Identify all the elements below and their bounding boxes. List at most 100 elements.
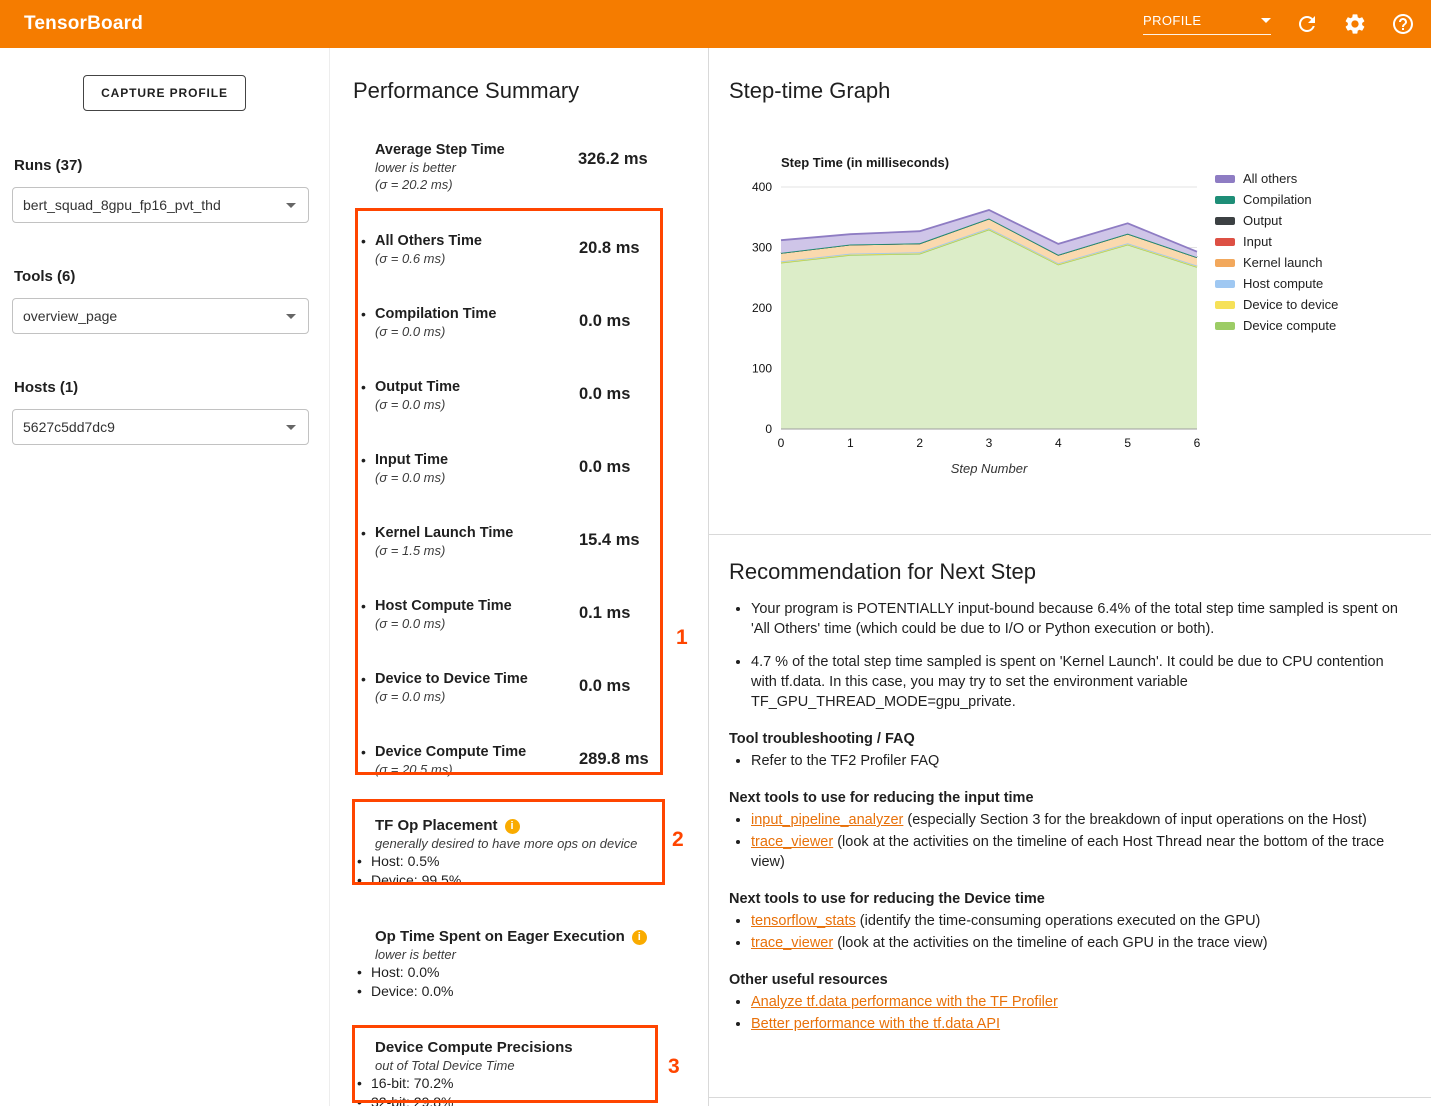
tools-select[interactable]: overview_page [12,298,309,334]
rec-section-heading: Next tools to use for reducing the input… [729,788,1403,808]
recommendation-text: 4.7 % of the total step time sampled is … [751,654,1384,710]
svg-text:5: 5 [1124,436,1131,450]
header-actions: PROFILE [1143,12,1415,36]
svg-text:100: 100 [752,362,772,376]
dashboard-select-value: PROFILE [1143,13,1201,28]
metric-row: Host Compute Time (σ = 0.0 ms) 0.1 ms [353,586,667,659]
legend-item: Compilation [1215,189,1338,210]
precision-16bit: 16-bit: 70.2% [371,1074,454,1093]
tools-label: Tools (6) [14,267,309,286]
metric-sigma: (σ = 0.0 ms) [375,469,579,486]
svg-text:3: 3 [986,436,993,450]
step-time-chart: Step Time (in milliseconds) 010020030040… [729,154,1407,479]
refresh-icon[interactable] [1295,12,1319,36]
metric-row: Input Time (σ = 0.0 ms) 0.0 ms [353,440,667,513]
input-pipeline-analyzer-link[interactable]: input_pipeline_analyzer [751,812,903,828]
hosts-select[interactable]: 5627c5dd7dc9 [12,409,309,445]
chevron-down-icon [286,314,296,319]
right-panel: Step-time Graph Step Time (in millisecon… [708,48,1431,1106]
runs-select[interactable]: bert_squad_8gpu_fp16_pvt_thd [12,187,309,223]
sidebar: CAPTURE PROFILE Runs (37) bert_squad_8gp… [0,48,330,1106]
svg-text:1: 1 [847,436,854,450]
bullet-icon [357,871,371,890]
eager-execution-note: lower is better [375,946,708,963]
runs-group: Runs (37) bert_squad_8gpu_fp16_pvt_thd [12,156,309,223]
bullet-icon [357,1074,371,1093]
hosts-select-value: 5627c5dd7dc9 [23,419,115,435]
legend-swatch [1215,217,1235,225]
tool-troubleshooting-section: Tool troubleshooting / FAQ Refer to the … [729,729,1403,771]
tools-select-value: overview_page [23,308,117,324]
svg-text:0: 0 [778,436,785,450]
legend-item: Kernel launch [1215,252,1338,273]
legend-label: Device to device [1243,297,1338,312]
svg-text:300: 300 [752,241,772,255]
info-icon[interactable] [632,930,647,945]
trace-viewer-link[interactable]: trace_viewer [751,935,833,951]
list-item: 16-bit: 70.2% [357,1074,708,1093]
step-time-graph-title: Step-time Graph [729,78,1407,104]
metric-value: 289.8 ms [579,744,667,805]
eager-execution-title: Op Time Spent on Eager Execution [375,928,625,946]
rec-item-text: (look at the activities on the timeline … [833,935,1267,951]
metric-label: Output Time [375,379,579,396]
metric-row: Compilation Time (σ = 0.0 ms) 0.0 ms [353,294,667,367]
legend-item: Output [1215,210,1338,231]
chart-legend: All othersCompilationOutputInputKernel l… [1215,168,1338,479]
legend-swatch [1215,238,1235,246]
hosts-group: Hosts (1) 5627c5dd7dc9 [12,378,309,445]
tools-group: Tools (6) overview_page [12,267,309,334]
device-percent: Device: 99.5% [371,871,461,890]
bullet-icon [361,744,375,805]
svg-text:200: 200 [752,301,772,315]
metric-row: Output Time (σ = 0.0 ms) 0.0 ms [353,367,667,440]
tfdata-api-link[interactable]: Better performance with the tf.data API [751,1016,1000,1032]
rec-section-heading: Tool troubleshooting / FAQ [729,729,1403,749]
hosts-label: Hosts (1) [14,378,309,397]
precision-32bit: 32-bit: 29.8% [371,1093,454,1106]
input-time-tools-section: Next tools to use for reducing the input… [729,788,1403,872]
bullet-icon [357,982,371,1001]
help-icon[interactable] [1391,12,1415,36]
info-icon[interactable] [505,819,520,834]
capture-profile-button[interactable]: CAPTURE PROFILE [83,75,246,111]
dashboard-select[interactable]: PROFILE [1143,13,1271,35]
svg-text:0: 0 [765,422,772,436]
tfdata-performance-link[interactable]: Analyze tf.data performance with the TF … [751,994,1058,1010]
rec-item: Analyze tf.data performance with the TF … [751,992,1403,1012]
rec-item-text: Refer to the TF2 Profiler FAQ [751,753,939,769]
trace-viewer-link[interactable]: trace_viewer [751,834,833,850]
rec-section-list: Analyze tf.data performance with the TF … [729,992,1403,1034]
rec-item-text: (especially Section 3 for the breakdown … [903,812,1366,828]
recommendation-bullet: Your program is POTENTIALLY input-bound … [751,599,1403,639]
rec-section-list: input_pipeline_analyzer (especially Sect… [729,810,1403,872]
rec-item: Better performance with the tf.data API [751,1014,1403,1034]
bullet-icon [361,306,375,367]
metric-value: 0.0 ms [579,306,667,367]
metric-value: 0.0 ms [579,671,667,732]
rec-item: trace_viewer (look at the activities on … [751,933,1403,953]
legend-item: Input [1215,231,1338,252]
rec-section-heading: Next tools to use for reducing the Devic… [729,889,1403,909]
main-content: CAPTURE PROFILE Runs (37) bert_squad_8gp… [0,48,1431,1106]
metric-sigma: (σ = 0.0 ms) [375,615,579,632]
metric-value: 0.0 ms [579,379,667,440]
recommendation-section: Recommendation for Next Step Your progra… [709,535,1431,1098]
rec-section-list: tensorflow_stats (identify the time-cons… [729,911,1403,953]
rec-item: Refer to the TF2 Profiler FAQ [751,751,1403,771]
host-percent: Host: 0.0% [371,963,439,982]
bullet-icon [357,1093,371,1106]
tensorflow-stats-link[interactable]: tensorflow_stats [751,913,856,929]
rec-item-text: (identify the time-consuming operations … [856,913,1261,929]
list-item: Host: 0.0% [357,963,708,982]
avg-step-time-note: lower is better [375,159,578,176]
settings-gear-icon[interactable] [1343,12,1367,36]
legend-swatch [1215,175,1235,183]
metric-sigma: (σ = 20.5 ms) [375,761,579,778]
metric-value: 0.0 ms [579,452,667,513]
tf-op-placement-title: TF Op Placement [375,817,498,835]
bullet-icon [361,671,375,732]
metric-sigma: (σ = 0.0 ms) [375,323,579,340]
legend-swatch [1215,259,1235,267]
chart-title: Step Time (in milliseconds) [781,154,1213,171]
